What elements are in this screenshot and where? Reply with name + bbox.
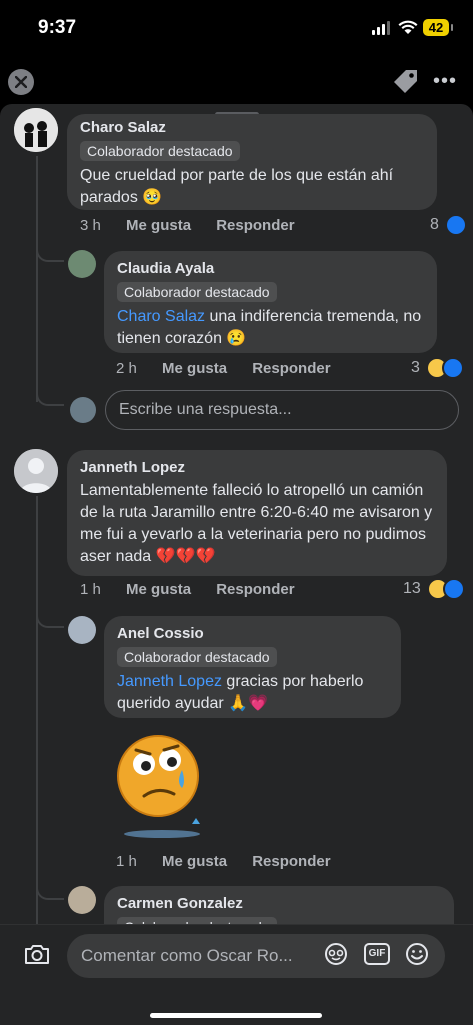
default-avatar-icon bbox=[14, 449, 58, 493]
top-contributor-badge: Colaborador destacado bbox=[80, 141, 240, 161]
reactions-summary[interactable]: 3 bbox=[411, 357, 465, 379]
comment-time: 3 h bbox=[80, 217, 101, 234]
avatar-janneth-lopez[interactable] bbox=[14, 449, 58, 493]
reactions-summary[interactable]: 8 bbox=[430, 214, 468, 236]
camera-icon[interactable] bbox=[24, 943, 50, 965]
comment-actions: 1 h Me gusta Responder bbox=[116, 853, 352, 870]
wifi-icon bbox=[398, 20, 418, 34]
comment-actions: 1 h Me gusta Responder bbox=[80, 581, 316, 598]
thread-connector bbox=[36, 242, 64, 262]
close-button[interactable] bbox=[8, 69, 34, 95]
avatar-claudia-ayala[interactable] bbox=[68, 250, 96, 278]
comment-composer: Comentar como Oscar Ro... GIF bbox=[0, 924, 473, 1025]
sad-crying-face-sticker[interactable] bbox=[112, 724, 212, 844]
reactions-summary[interactable]: 13 bbox=[403, 578, 466, 600]
status-time: 9:37 bbox=[38, 17, 77, 38]
thread-connector bbox=[36, 608, 64, 628]
comment-text: Janneth Lopez gracias por haberlo querid… bbox=[117, 673, 364, 712]
comment-text: Que crueldad por parte de los que están … bbox=[80, 167, 394, 206]
top-bar: ••• bbox=[0, 60, 473, 104]
comment-author[interactable]: Janneth Lopez bbox=[80, 459, 434, 476]
avatar-anel-cossio[interactable] bbox=[68, 616, 96, 644]
like-reaction-icon bbox=[445, 214, 468, 236]
comment-author[interactable]: Carmen Gonzalez bbox=[117, 895, 441, 912]
comment-time: 2 h bbox=[116, 360, 137, 377]
comment-text: Lamentablemente falleció lo atropelló un… bbox=[80, 482, 433, 565]
top-contributor-badge: Colaborador destacado bbox=[117, 647, 277, 667]
reply-button[interactable]: Responder bbox=[216, 217, 294, 234]
comment-bubble[interactable]: Janneth Lopez Lamentablemente falleció l… bbox=[67, 450, 447, 576]
comment-bubble[interactable]: Charo Salaz Colaborador destacado Que cr… bbox=[67, 114, 437, 210]
signal-icon bbox=[372, 21, 392, 35]
like-button[interactable]: Me gusta bbox=[126, 217, 191, 234]
reaction-count: 13 bbox=[403, 580, 421, 598]
like-button[interactable]: Me gusta bbox=[162, 853, 227, 870]
tag-icon[interactable] bbox=[390, 68, 420, 96]
avatar-illustration-icon bbox=[14, 108, 58, 152]
gif-button[interactable]: GIF bbox=[364, 943, 390, 965]
comment-actions: 2 h Me gusta Responder bbox=[116, 360, 352, 377]
thread-connector bbox=[36, 386, 64, 406]
comment-author[interactable]: Anel Cossio bbox=[117, 625, 388, 642]
close-icon bbox=[15, 76, 27, 88]
comment-time: 1 h bbox=[116, 853, 137, 870]
comment-text: Charo Salaz una indiferencia tremenda, n… bbox=[117, 308, 422, 347]
reaction-count: 8 bbox=[430, 216, 439, 234]
battery-indicator: 42 bbox=[423, 19, 453, 36]
like-reaction-icon bbox=[443, 578, 466, 600]
comments-sheet: Charo Salaz Colaborador destacado Que cr… bbox=[0, 104, 473, 934]
comment-input-placeholder: Comentar como Oscar Ro... bbox=[81, 946, 293, 965]
status-bar: 9:37 42 bbox=[0, 0, 473, 56]
more-options-button[interactable]: ••• bbox=[433, 70, 457, 93]
thread-line bbox=[36, 496, 38, 934]
avatar-carmen-gonzalez[interactable] bbox=[68, 886, 96, 914]
mention-link[interactable]: Charo Salaz bbox=[117, 308, 205, 325]
like-button[interactable]: Me gusta bbox=[162, 360, 227, 377]
like-button[interactable]: Me gusta bbox=[126, 581, 191, 598]
thread-line bbox=[36, 156, 38, 402]
emoji-icon[interactable] bbox=[404, 941, 430, 967]
like-reaction-icon bbox=[442, 357, 465, 379]
thread-connector bbox=[36, 880, 64, 900]
comment-actions: 3 h Me gusta Responder bbox=[80, 217, 316, 234]
reply-button[interactable]: Responder bbox=[252, 360, 330, 377]
reaction-count: 3 bbox=[411, 359, 420, 377]
reply-button[interactable]: Responder bbox=[216, 581, 294, 598]
reply-bubble[interactable]: Anel Cossio Colaborador destacado Jannet… bbox=[104, 616, 401, 718]
reply-input[interactable]: Escribe una respuesta... bbox=[105, 390, 459, 430]
avatar-sticker-icon[interactable] bbox=[323, 941, 349, 967]
mention-link[interactable]: Janneth Lopez bbox=[117, 673, 222, 690]
home-indicator bbox=[150, 1013, 322, 1018]
avatar-charo-salaz[interactable] bbox=[14, 108, 58, 152]
my-avatar bbox=[70, 397, 96, 423]
comment-author[interactable]: Charo Salaz bbox=[80, 119, 424, 136]
reply-bubble[interactable]: Claudia Ayala Colaborador destacado Char… bbox=[104, 251, 437, 353]
comment-time: 1 h bbox=[80, 581, 101, 598]
reply-button[interactable]: Responder bbox=[252, 853, 330, 870]
comment-author[interactable]: Claudia Ayala bbox=[117, 260, 424, 277]
top-contributor-badge: Colaborador destacado bbox=[117, 282, 277, 302]
